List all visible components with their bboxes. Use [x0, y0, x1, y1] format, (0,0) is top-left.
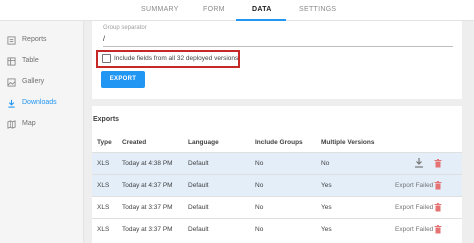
sidebar-item-table[interactable]: Table [0, 53, 84, 71]
cell-language: Default [188, 160, 209, 167]
cell-multiple-versions: No [321, 160, 330, 167]
trash-icon[interactable] [434, 203, 442, 212]
table-row[interactable]: XLS Today at 4:37 PM Default No Yes Expo… [92, 174, 462, 196]
column-header-language: Language [188, 139, 219, 146]
exports-card: Exports Type Created Language Include Gr… [92, 106, 462, 243]
sidebar-item-label: Map [22, 120, 36, 127]
sidebar-item-label: Gallery [22, 78, 45, 85]
sidebar-item-downloads[interactable]: Downloads [0, 95, 84, 113]
trash-icon[interactable] [434, 181, 442, 190]
exports-title: Exports [93, 116, 120, 123]
cell-created: Today at 3:37 PM [122, 204, 173, 211]
table-row[interactable]: XLS Today at 3:37 PM Default No Yes Expo… [92, 196, 462, 218]
cell-created: Today at 3:37 PM [122, 226, 173, 233]
sidebar-item-label: Reports [22, 36, 47, 43]
table-icon [7, 57, 16, 66]
sidebar-item-gallery[interactable]: Gallery [0, 74, 84, 92]
column-header-include-groups: Include Groups [255, 139, 303, 146]
map-icon [7, 120, 16, 129]
export-status: Export Failed [395, 204, 434, 211]
group-separator-input[interactable]: / [103, 36, 105, 43]
sidebar-item-map[interactable]: Map [0, 116, 84, 134]
trash-icon[interactable] [434, 225, 442, 234]
download-icon [8, 99, 15, 108]
cell-type: XLS [97, 204, 110, 211]
sidebar-item-label: Downloads [22, 99, 57, 106]
cell-type: XLS [97, 226, 110, 233]
cell-include-groups: No [255, 226, 264, 233]
include-fields-checkbox[interactable] [102, 54, 111, 63]
sidebar: Reports Table Gallery Downloads Map [0, 21, 84, 243]
column-header-created: Created [122, 139, 147, 146]
cell-type: XLS [97, 182, 110, 189]
include-fields-label[interactable]: Include fields from all 32 deployed vers… [114, 55, 238, 62]
trash-icon[interactable] [434, 159, 442, 168]
sidebar-item-reports[interactable]: Reports [0, 32, 84, 50]
tab-summary[interactable]: SUMMARY [141, 6, 179, 13]
table-row[interactable]: XLS Today at 4:38 PM Default No No [92, 152, 462, 174]
gallery-icon [7, 78, 16, 87]
export-button[interactable]: EXPORT [101, 71, 145, 88]
tab-data[interactable]: DATA [252, 6, 272, 13]
tab-form[interactable]: FORM [203, 6, 225, 13]
table-row[interactable]: XLS Today at 3:37 PM Default No Yes Expo… [92, 218, 462, 240]
cell-created: Today at 4:38 PM [122, 160, 173, 167]
reports-icon [7, 36, 16, 45]
cell-language: Default [188, 182, 209, 189]
export-status: Export Failed [395, 226, 434, 233]
cell-type: XLS [97, 160, 110, 167]
cell-multiple-versions: Yes [321, 226, 332, 233]
column-header-type: Type [97, 139, 112, 146]
download-icon[interactable] [414, 157, 424, 168]
cell-language: Default [188, 204, 209, 211]
column-header-multiple-versions: Multiple Versions [321, 139, 375, 146]
sidebar-item-label: Table [22, 57, 39, 64]
cell-created: Today at 4:37 PM [122, 182, 173, 189]
group-separator-underline [103, 46, 453, 47]
cell-language: Default [188, 226, 209, 233]
cell-multiple-versions: Yes [321, 182, 332, 189]
cell-include-groups: No [255, 182, 264, 189]
group-separator-label: Group separator [103, 25, 147, 31]
cell-include-groups: No [255, 160, 264, 167]
tab-settings[interactable]: SETTINGS [299, 6, 336, 13]
export-status: Export Failed [395, 182, 434, 189]
cell-multiple-versions: Yes [321, 204, 332, 211]
top-tab-bar: SUMMARY FORM DATA SETTINGS [0, 0, 474, 21]
cell-include-groups: No [255, 204, 264, 211]
